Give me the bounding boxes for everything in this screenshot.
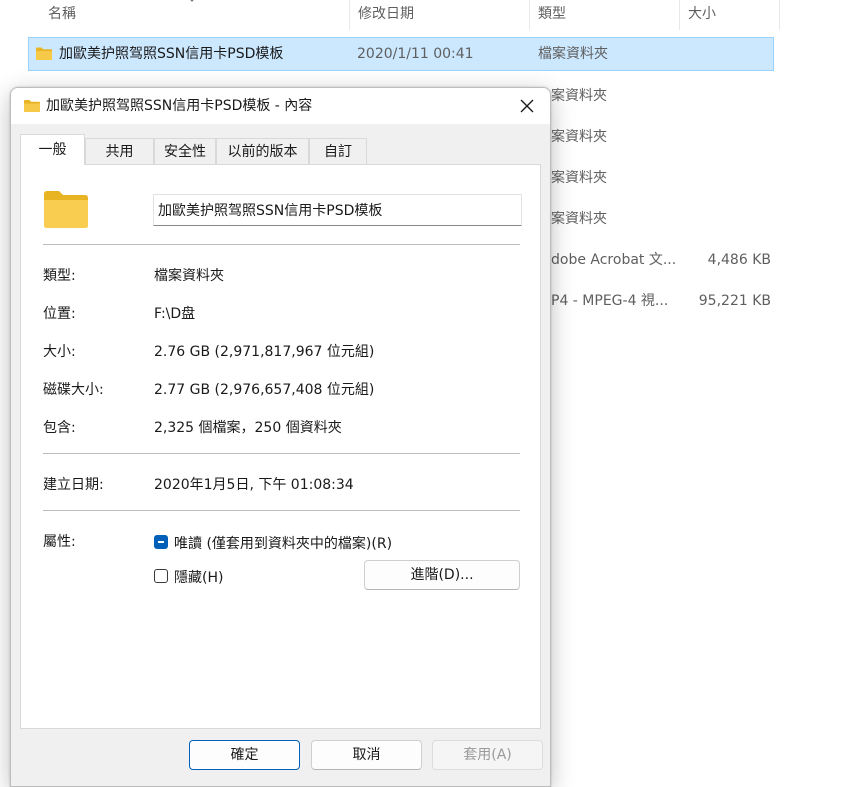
folder-icon xyxy=(36,47,52,60)
apply-button[interactable]: 套用(A) xyxy=(432,740,543,770)
large-folder-icon xyxy=(44,191,88,228)
contains-value: 2,325 個檔案，250 個資料夾 xyxy=(154,420,342,436)
row-type: 檔案資料夾 xyxy=(538,46,608,62)
type-label: 類型: xyxy=(43,268,76,284)
dialog-titlebar[interactable]: 加歐美护照驾照SSN信用卡PSD模板 - 內容 xyxy=(11,88,550,124)
size-label: 大小: xyxy=(43,344,76,360)
dialog-title: 加歐美护照驾照SSN信用卡PSD模板 - 內容 xyxy=(46,98,313,114)
column-header: 名稱 修改日期 類型 大小 xyxy=(0,0,780,30)
column-separator[interactable] xyxy=(779,0,780,30)
list-item[interactable]: 案資料夾 xyxy=(551,209,771,229)
sort-arrow-icon xyxy=(190,0,194,2)
created-label: 建立日期: xyxy=(43,477,104,493)
list-item[interactable]: 案資料夾 xyxy=(551,168,771,188)
disk-size-value: 2.77 GB (2,976,657,408 位元組) xyxy=(154,382,375,398)
column-date[interactable]: 修改日期 xyxy=(349,0,529,30)
tab-customize[interactable]: 自訂 xyxy=(309,138,367,164)
column-size[interactable]: 大小 xyxy=(679,0,779,30)
list-item[interactable]: 案資料夾 xyxy=(551,127,771,147)
folder-name-input[interactable] xyxy=(153,194,522,226)
divider xyxy=(43,453,520,454)
size-value: 2.76 GB (2,971,817,967 位元組) xyxy=(154,344,375,360)
list-item[interactable]: P4 - MPEG-4 視... 95,221 KB xyxy=(551,291,771,311)
close-icon xyxy=(520,99,534,113)
tab-previous-versions[interactable]: 以前的版本 xyxy=(216,138,309,164)
row-name: 加歐美护照驾照SSN信用卡PSD模板 xyxy=(59,46,284,62)
general-tab-panel: 類型: 檔案資料夾 位置: F:\D盘 大小: 2.76 GB (2,971,8… xyxy=(20,164,541,729)
tab-sharing[interactable]: 共用 xyxy=(85,138,154,164)
close-button[interactable] xyxy=(504,88,550,124)
advanced-button[interactable]: 進階(D)... xyxy=(364,560,520,590)
hidden-label[interactable]: 隱藏(H) xyxy=(174,567,223,587)
tab-general[interactable]: 一般 xyxy=(20,134,85,165)
location-value: F:\D盘 xyxy=(154,306,196,322)
column-name[interactable]: 名稱 xyxy=(39,0,349,30)
properties-dialog: 加歐美护照驾照SSN信用卡PSD模板 - 內容 一般 共用 安全性 以前的版本 … xyxy=(10,87,551,787)
ok-button[interactable]: 確定 xyxy=(189,740,300,770)
tab-security[interactable]: 安全性 xyxy=(154,138,216,164)
readonly-label[interactable]: 唯讀 (僅套用到資料夾中的檔案)(R) xyxy=(174,533,392,553)
list-item[interactable]: dobe Acrobat 文... 4,486 KB xyxy=(551,250,771,270)
readonly-checkbox[interactable] xyxy=(154,535,168,549)
contains-label: 包含: xyxy=(43,420,76,436)
cancel-button[interactable]: 取消 xyxy=(311,740,422,770)
folder-icon xyxy=(24,100,40,112)
type-value: 檔案資料夾 xyxy=(154,268,224,284)
attributes-label: 屬性: xyxy=(43,534,76,550)
created-value: 2020年1月5日, 下午 01:08:34 xyxy=(154,477,354,493)
divider xyxy=(43,510,520,511)
list-item[interactable]: 案資料夾 xyxy=(551,86,771,106)
hidden-checkbox[interactable] xyxy=(154,569,168,583)
divider xyxy=(43,244,520,245)
row-date: 2020/1/11 00:41 xyxy=(357,46,474,62)
disk-size-label: 磁碟大小: xyxy=(43,382,104,398)
location-label: 位置: xyxy=(43,306,76,322)
column-type[interactable]: 類型 xyxy=(529,0,679,30)
selected-folder-row[interactable]: 加歐美护照驾照SSN信用卡PSD模板 2020/1/11 00:41 檔案資料夾 xyxy=(28,37,774,71)
